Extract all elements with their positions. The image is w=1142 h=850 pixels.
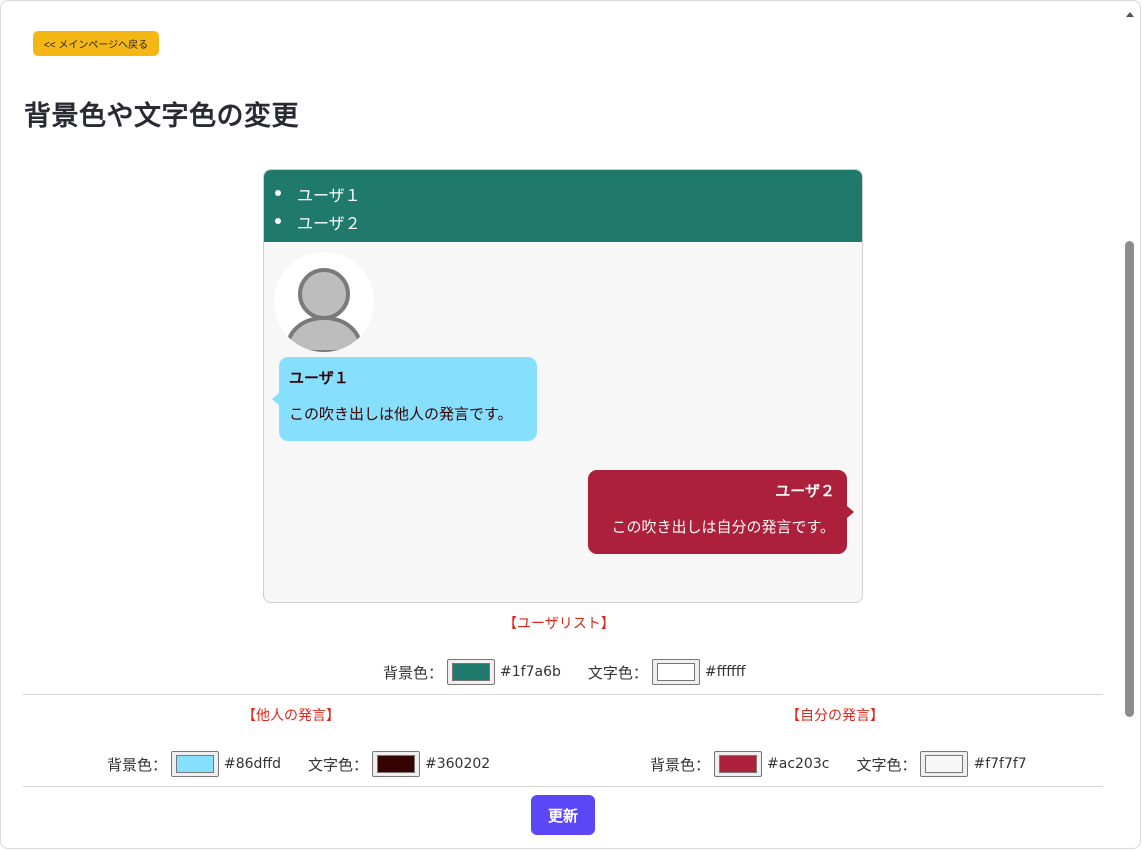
other-message-section-title: 【他人の発言】: [242, 708, 340, 724]
back-to-main-button[interactable]: << メインページへ戻る: [33, 31, 159, 56]
other-message-bg-color-picker[interactable]: [171, 751, 220, 777]
text-color-label: 文字色：: [856, 755, 917, 774]
swatch-fill: [656, 663, 695, 681]
swatch-fill: [925, 755, 964, 773]
user-list: ユーザ１ ユーザ２: [264, 170, 862, 242]
self-message-bg-hex: #ac203c: [767, 756, 830, 772]
self-message-text: この吹き出しは自分の発言です。: [611, 518, 835, 536]
self-message-section-title: 【自分の発言】: [786, 708, 884, 724]
user-list-item: ユーザ２: [275, 210, 361, 234]
text-color-label: 文字色：: [587, 663, 648, 682]
swatch-fill: [176, 755, 215, 773]
user-list-text-color-picker[interactable]: [651, 659, 700, 685]
self-message-color-row: 背景色： #ac203c 文字色： #f7f7f7: [650, 751, 1027, 777]
user-list-section-title: 【ユーザリスト】: [503, 616, 615, 632]
bg-color-label: 背景色：: [650, 755, 711, 774]
user-list-item: ユーザ１: [275, 182, 361, 206]
user-list-bg-color-picker[interactable]: [447, 659, 496, 685]
other-message-bubble: ユーザ１ この吹き出しは他人の発言です。: [272, 357, 537, 441]
bg-color-label: 背景色：: [107, 755, 168, 774]
swatch-fill: [377, 755, 415, 773]
other-message-bg-hex: #86dffd: [224, 756, 281, 772]
page-title: 背景色や文字色の変更: [24, 101, 299, 132]
divider: [23, 694, 1103, 695]
swatch-fill: [719, 755, 758, 773]
self-message-text-color-picker[interactable]: [920, 751, 969, 777]
text-color-label: 文字色：: [307, 755, 368, 774]
divider: [23, 786, 1103, 787]
chat-preview-panel: ユーザ１ ユーザ２ ユーザ１ この吹き出しは他人の発言です。 ユーザ２ この吹き…: [263, 169, 863, 603]
user-avatar-icon: [274, 252, 374, 352]
self-message-name: ユーザ２: [775, 482, 835, 500]
other-message-color-row: 背景色： #86dffd 文字色： #360202: [107, 751, 490, 777]
self-message-bubble: ユーザ２ この吹き出しは自分の発言です。: [588, 470, 854, 554]
swatch-fill: [452, 663, 491, 681]
update-button[interactable]: 更新: [531, 795, 595, 835]
other-message-name: ユーザ１: [289, 369, 349, 387]
other-message-text: この吹き出しは他人の発言です。: [289, 405, 513, 423]
self-message-bg-color-picker[interactable]: [714, 751, 763, 777]
other-message-text-hex: #360202: [425, 756, 491, 772]
scrollbar-thumb[interactable]: [1125, 241, 1134, 717]
user-list-text-hex: #ffffff: [704, 664, 746, 680]
self-message-text-hex: #f7f7f7: [973, 756, 1027, 772]
other-message-text-color-picker[interactable]: [372, 751, 420, 777]
bg-color-label: 背景色：: [383, 663, 444, 682]
scroll-up-arrow-icon[interactable]: [1124, 8, 1136, 20]
user-list-bg-hex: #1f7a6b: [500, 664, 561, 680]
user-list-color-row: 背景色： #1f7a6b 文字色： #ffffff: [383, 659, 746, 685]
